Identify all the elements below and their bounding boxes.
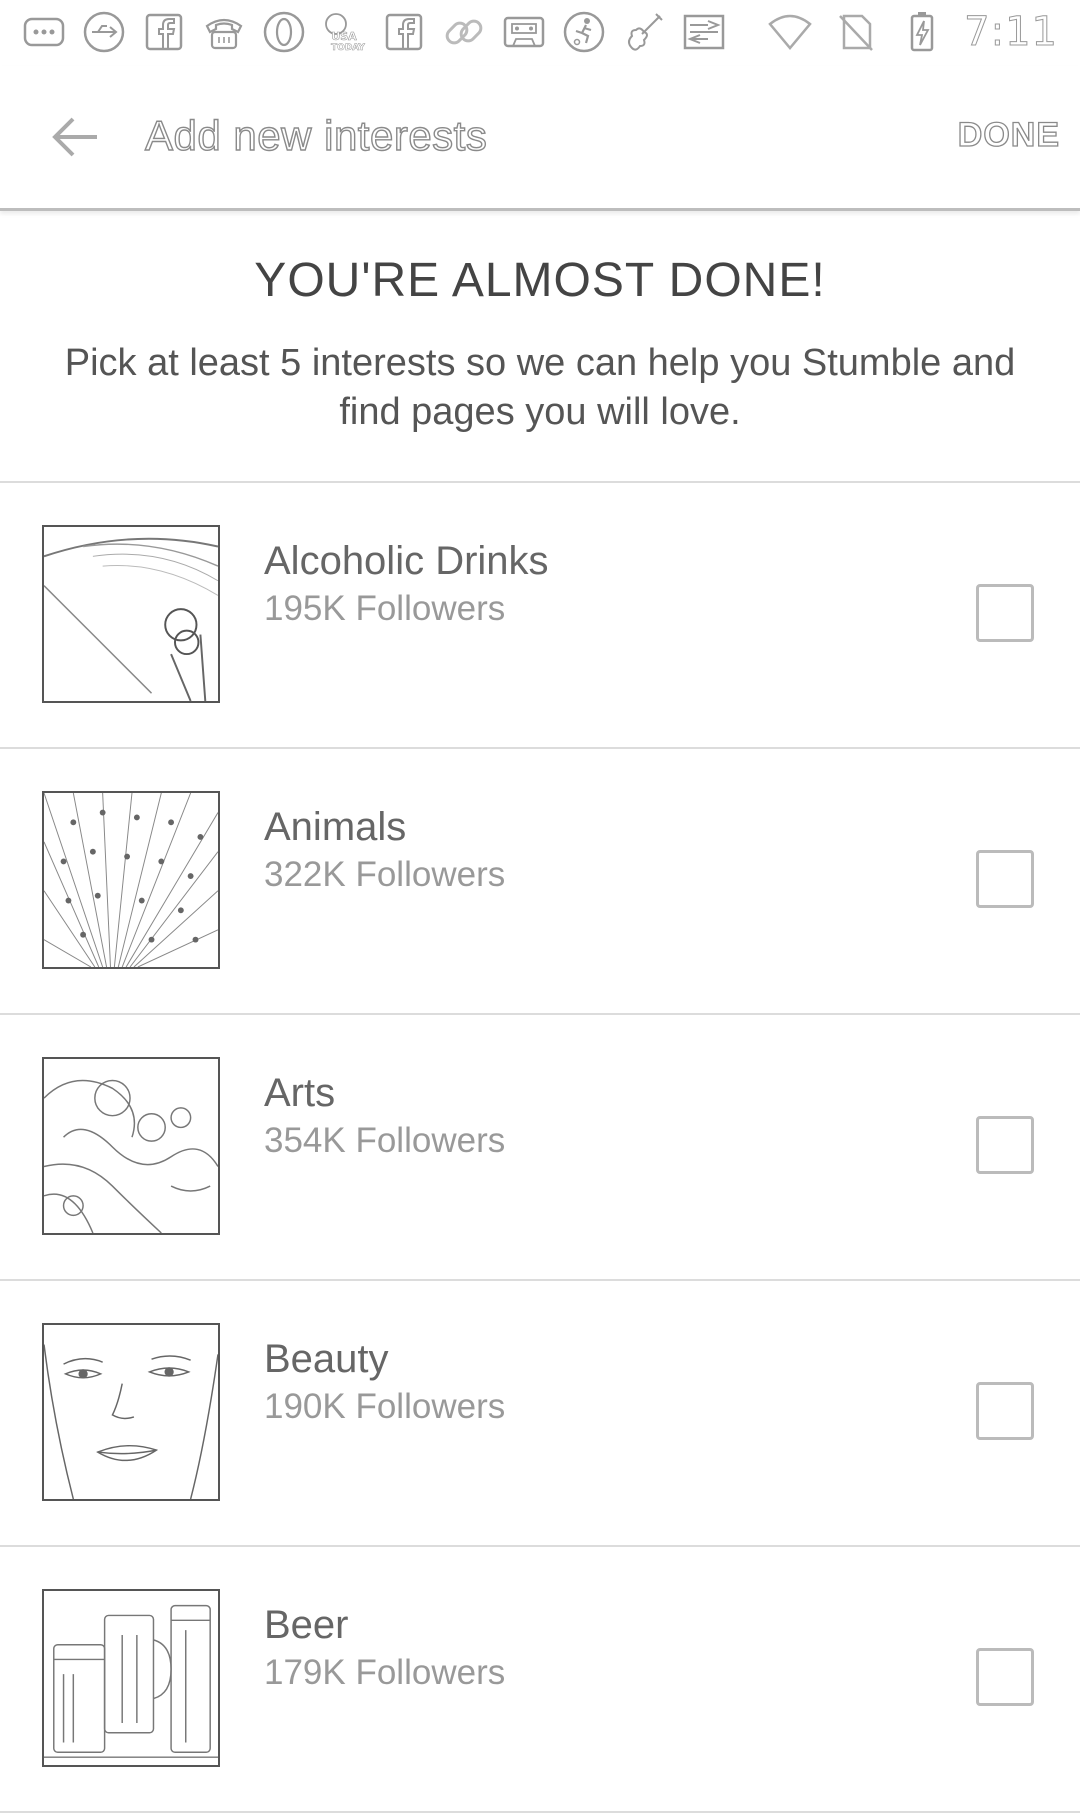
usa-today-icon: USA TODAY (320, 8, 368, 56)
interest-followers: 190K Followers (264, 1387, 506, 1426)
interest-checkbox[interactable] (976, 1648, 1034, 1706)
status-bar: USA TODAY 7:11 (0, 0, 1080, 66)
interest-followers: 179K Followers (264, 1653, 506, 1692)
app-bar: Add new interests DONE (0, 66, 1080, 211)
interest-followers: 195K Followers (264, 589, 506, 628)
interest-checkbox[interactable] (976, 584, 1034, 642)
battery-charging-icon (898, 8, 946, 56)
interest-thumbnail (42, 791, 220, 969)
interest-thumbnail (42, 1057, 220, 1235)
interest-name: Arts (264, 1071, 336, 1115)
no-sim-icon (832, 8, 880, 56)
system-status: 7:11 (766, 8, 1058, 56)
interest-row-beauty[interactable]: Beauty 190K Followers (0, 1281, 1080, 1547)
interest-row-animals[interactable]: Animals 322K Followers (0, 749, 1080, 1015)
arrow-left-icon (52, 117, 97, 157)
interest-followers: 322K Followers (264, 855, 506, 894)
facebook-icon (380, 8, 428, 56)
clock-time: 7:11 (964, 9, 1058, 56)
page-title: Add new interests (144, 111, 488, 159)
interest-followers: 354K Followers (264, 1121, 506, 1160)
phone-icon (200, 8, 248, 56)
back-button[interactable] (40, 102, 110, 172)
done-button[interactable]: DONE (957, 115, 1060, 155)
link-icon (440, 8, 488, 56)
interest-row-alcoholic-drinks[interactable]: Alcoholic Drinks 195K Followers (0, 483, 1080, 749)
interest-thumbnail (42, 1323, 220, 1501)
interest-name: Beauty (264, 1337, 389, 1381)
violin-icon (620, 8, 668, 56)
interest-checkbox[interactable] (976, 1116, 1034, 1174)
interest-list: Alcoholic Drinks 195K Followers Animals (0, 483, 1080, 1813)
cassette-icon (500, 8, 548, 56)
notification-icons: USA TODAY (20, 8, 728, 56)
svg-text:TODAY: TODAY (331, 43, 365, 53)
intro-text: Pick at least 5 interests so we can help… (64, 342, 1016, 433)
interest-checkbox[interactable] (976, 850, 1034, 908)
interest-name: Beer (264, 1603, 349, 1647)
intro-heading: YOU'RE ALMOST DONE! (254, 254, 826, 307)
interest-name: Alcoholic Drinks (264, 539, 549, 583)
svg-text:USA: USA (331, 30, 357, 43)
interest-row-arts[interactable]: Arts 354K Followers (0, 1015, 1080, 1281)
interest-thumbnail (42, 1589, 220, 1767)
more-icon (20, 8, 68, 56)
usb-icon (80, 8, 128, 56)
interest-checkbox[interactable] (976, 1382, 1034, 1440)
circle-icon (260, 8, 308, 56)
intro-section: YOU'RE ALMOST DONE! Pick at least 5 inte… (0, 211, 1080, 483)
soccer-icon (560, 8, 608, 56)
facebook-icon (140, 8, 188, 56)
interest-thumbnail (42, 525, 220, 703)
interest-name: Animals (264, 805, 407, 849)
interest-row-beer[interactable]: Beer 179K Followers (0, 1547, 1080, 1813)
cast-icon (680, 8, 728, 56)
wifi-icon (766, 8, 814, 56)
